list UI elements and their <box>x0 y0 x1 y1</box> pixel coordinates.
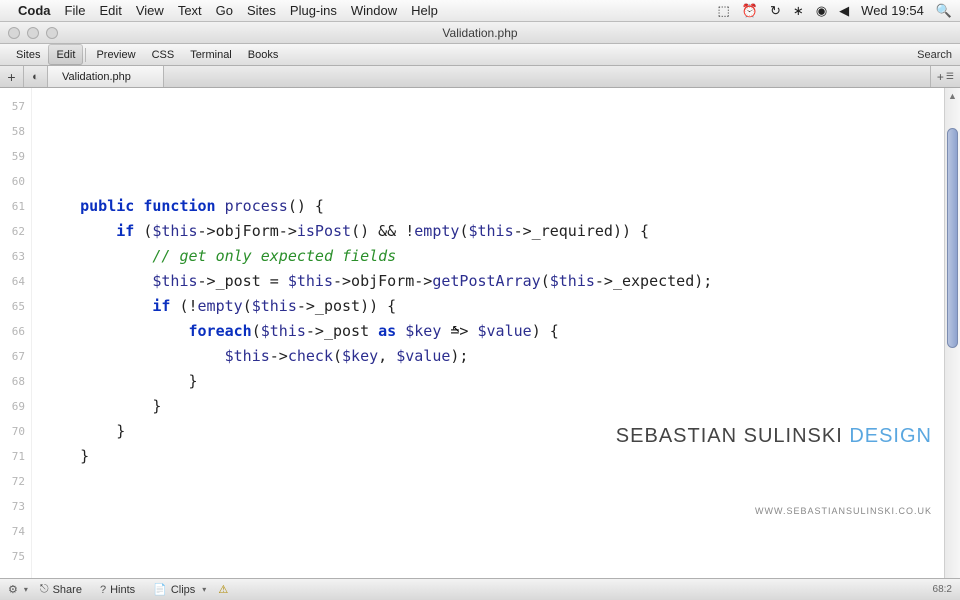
code-line[interactable] <box>44 569 944 578</box>
line-number-gutter: 57585960616263646566676869707172737475 <box>0 88 32 578</box>
clips-dropdown-icon: ▾ <box>202 585 206 594</box>
code-line[interactable]: if (!empty($this->_post)) { <box>44 294 944 319</box>
volume-icon[interactable]: ◀ <box>839 3 849 19</box>
cursor-position: 68:2 <box>933 584 952 595</box>
toolbar-preview[interactable]: Preview <box>88 44 143 65</box>
menu-sites[interactable]: Sites <box>247 3 276 18</box>
new-tab-button[interactable]: + <box>0 66 24 87</box>
toolbar-terminal[interactable]: Terminal <box>182 44 240 65</box>
code-line[interactable] <box>44 519 944 544</box>
warning-icon[interactable]: ⚠ <box>218 583 228 596</box>
code-line[interactable]: $this->check($key, $value); <box>44 344 944 369</box>
toolbar-search[interactable]: Search <box>917 49 952 61</box>
menu-text[interactable]: Text <box>178 3 202 18</box>
line-number: 63 <box>0 244 31 269</box>
line-number: 70 <box>0 419 31 444</box>
menu-file[interactable]: File <box>65 3 86 18</box>
line-number: 57 <box>0 94 31 119</box>
app-name[interactable]: Coda <box>18 3 51 18</box>
code-line[interactable] <box>44 169 944 194</box>
code-area[interactable]: public function process() { if ($this->o… <box>32 88 944 578</box>
code-line[interactable] <box>44 494 944 519</box>
share-icon: ⎋ <box>40 583 49 596</box>
clips-label: Clips <box>171 584 195 596</box>
toolbar-edit[interactable]: Edit <box>48 44 83 65</box>
hints-icon: ? <box>100 584 106 596</box>
code-line[interactable]: } <box>44 394 944 419</box>
line-number: 68 <box>0 369 31 394</box>
line-number: 66 <box>0 319 31 344</box>
code-line[interactable]: if ($this->objForm->isPost() && !empty($… <box>44 219 944 244</box>
status-bar: ⚙ ▾ ⎋ Share ? Hints 📄 Clips ▾ ⚠ 68:2 <box>0 578 960 600</box>
code-line[interactable]: public function process() { <box>44 194 944 219</box>
tab-validation-php[interactable]: Validation.php <box>48 66 164 87</box>
window-titlebar: Validation.php <box>0 22 960 44</box>
menu-view[interactable]: View <box>136 3 164 18</box>
editor: 57585960616263646566676869707172737475 p… <box>0 88 960 578</box>
menu-window[interactable]: Window <box>351 3 397 18</box>
share-button[interactable]: ⎋ Share <box>34 582 88 598</box>
vertical-scrollbar[interactable]: ▲ <box>944 88 960 578</box>
code-line[interactable] <box>44 544 944 569</box>
menu-edit[interactable]: Edit <box>99 3 121 18</box>
tab-label: Validation.php <box>62 71 131 83</box>
sites-tab-icon[interactable]: ◐ <box>24 66 48 87</box>
code-line[interactable]: } <box>44 369 944 394</box>
minimize-window-button[interactable] <box>27 27 39 39</box>
code-line[interactable]: $this->_post = $this->objForm->getPostAr… <box>44 269 944 294</box>
scrollbar-thumb[interactable] <box>947 128 958 348</box>
toolbar-separator <box>85 48 86 62</box>
line-number: 60 <box>0 169 31 194</box>
scroll-up-icon[interactable]: ▲ <box>945 88 960 104</box>
spotlight-icon[interactable]: 🔍 <box>936 3 952 19</box>
hints-button[interactable]: ? Hints <box>94 582 141 598</box>
gear-icon[interactable]: ⚙ <box>8 583 18 596</box>
tab-overflow-button[interactable]: +☰ <box>930 66 960 87</box>
code-line[interactable]: } <box>44 419 944 444</box>
hints-label: Hints <box>110 584 135 596</box>
line-number: 67 <box>0 344 31 369</box>
bluetooth-icon[interactable]: ∗ <box>793 3 804 19</box>
clips-icon: 📄 <box>153 583 167 596</box>
macos-menubar: Coda File Edit View Text Go Sites Plug-i… <box>0 0 960 22</box>
clips-button[interactable]: 📄 Clips ▾ <box>147 582 212 598</box>
line-number: 71 <box>0 444 31 469</box>
coda-toolbar: Sites Edit Preview CSS Terminal Books Se… <box>0 44 960 66</box>
toolbar-sites[interactable]: Sites <box>8 44 48 65</box>
menu-go[interactable]: Go <box>216 3 233 18</box>
line-number: 62 <box>0 219 31 244</box>
code-line[interactable]: } <box>44 444 944 469</box>
line-number: 64 <box>0 269 31 294</box>
timemachine-icon[interactable]: ↻ <box>770 3 781 19</box>
alarm-icon[interactable]: ⏰ <box>742 3 758 19</box>
line-number: 74 <box>0 519 31 544</box>
menubar-clock[interactable]: Wed 19:54 <box>861 3 924 18</box>
share-label: Share <box>53 584 82 596</box>
menu-plugins[interactable]: Plug-ins <box>290 3 337 18</box>
wifi-icon[interactable]: ◉ <box>816 3 827 19</box>
window-title: Validation.php <box>0 26 960 40</box>
dropbox-icon[interactable]: ⬚ <box>718 3 730 19</box>
tab-bar: + ◐ Validation.php +☰ <box>0 66 960 88</box>
line-number: 65 <box>0 294 31 319</box>
code-line[interactable]: foreach($this->_post as $key => $value) … <box>44 319 944 344</box>
line-number: 75 <box>0 544 31 569</box>
line-number: 59 <box>0 144 31 169</box>
code-line[interactable]: // get only expected fields <box>44 244 944 269</box>
close-window-button[interactable] <box>8 27 20 39</box>
line-number: 73 <box>0 494 31 519</box>
line-number: 69 <box>0 394 31 419</box>
menu-help[interactable]: Help <box>411 3 438 18</box>
line-number: 58 <box>0 119 31 144</box>
zoom-window-button[interactable] <box>46 27 58 39</box>
code-line[interactable] <box>44 469 944 494</box>
gear-dropdown-icon[interactable]: ▾ <box>24 585 28 594</box>
toolbar-css[interactable]: CSS <box>144 44 183 65</box>
line-number: 61 <box>0 194 31 219</box>
toolbar-books[interactable]: Books <box>240 44 287 65</box>
line-number: 72 <box>0 469 31 494</box>
